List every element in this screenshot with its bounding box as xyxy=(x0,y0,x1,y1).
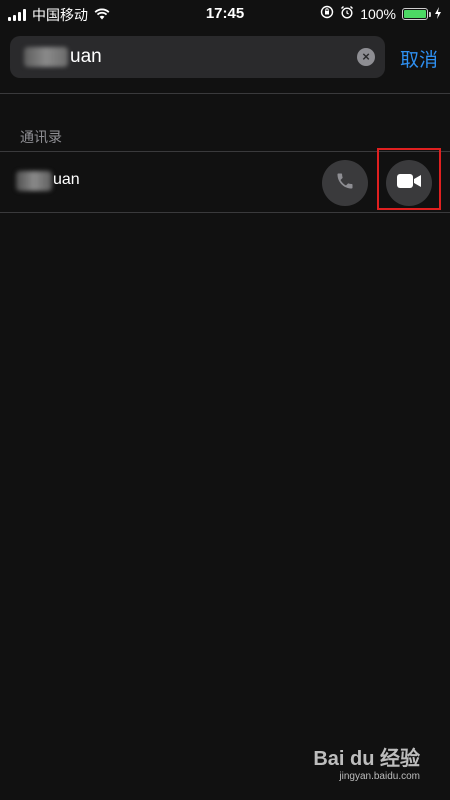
divider xyxy=(0,93,450,94)
watermark-logo: Bai du 经验 xyxy=(313,748,420,770)
battery-icon xyxy=(402,7,431,20)
clear-search-button[interactable]: × xyxy=(357,48,375,66)
redacted-text xyxy=(16,171,52,191)
watermark: Bai du 经验 jingyan.baidu.com xyxy=(313,742,420,782)
battery-fill xyxy=(404,9,426,18)
cancel-button[interactable]: 取消 xyxy=(400,45,438,72)
audio-call-button[interactable] xyxy=(322,160,368,206)
contact-name: uan xyxy=(53,171,80,188)
battery-percent: 100% xyxy=(360,5,396,22)
search-row: uan × 取消 xyxy=(10,36,440,78)
phone-icon xyxy=(335,171,355,196)
charging-icon xyxy=(434,6,442,22)
alarm-icon xyxy=(340,5,354,22)
section-header-contacts: 通讯录 xyxy=(20,129,62,145)
status-right: 100% xyxy=(320,5,442,22)
search-input-value: uan xyxy=(70,46,102,67)
divider xyxy=(0,212,450,213)
search-input[interactable]: uan × xyxy=(10,36,385,78)
status-bar: 中国移动 17:45 100% xyxy=(0,0,450,28)
rotation-lock-icon xyxy=(320,5,334,22)
annotation-highlight-box xyxy=(377,148,441,210)
watermark-url: jingyan.baidu.com xyxy=(339,771,420,782)
redacted-text xyxy=(24,47,68,67)
